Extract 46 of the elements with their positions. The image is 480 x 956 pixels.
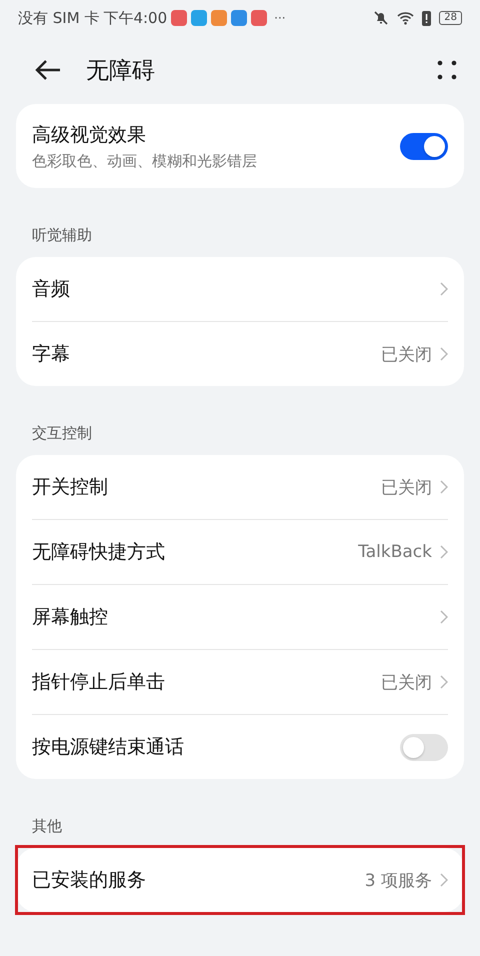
section-heading: 其他 [31,816,63,837]
setting-label: 高级视觉效果 [32,122,147,148]
page-title: 无障碍 [86,56,155,86]
more-notifications-text: ··· [274,11,286,25]
muted-bell-icon [373,10,390,26]
alert-icon [422,10,432,26]
setting-label: 开关控制 [32,475,109,500]
section-heading: 交互控制 [31,423,93,444]
setting-value: 3 项服务 [364,870,432,892]
setting-label: 屏幕触控 [32,605,109,630]
setting-label: 字幕 [32,342,71,367]
setting-label: 音频 [32,277,71,302]
setting-value: 已关闭 [381,672,432,694]
toggle-switch[interactable] [400,734,448,760]
wifi-icon [397,11,414,25]
setting-row[interactable]: 屏幕触控 [32,585,448,649]
toggle-switch[interactable] [400,132,448,160]
setting-value: 已关闭 [381,476,432,498]
setting-row[interactable]: 开关控制 已关闭 [32,455,448,519]
setting-label: 按电源键结束通话 [32,735,185,760]
chevron-right-icon [440,610,448,624]
clock-text: 下午4:00 [103,8,168,28]
battery-indicator: 28 [439,11,462,25]
setting-row[interactable]: 字幕 已关闭 [32,322,448,386]
highlighted-setting-row[interactable]: 已安装的服务 3 项服务 [18,848,462,912]
setting-value: 已关闭 [381,344,432,366]
setting-row[interactable]: 无障碍快捷方式 TalkBack [32,520,448,584]
setting-value: TalkBack [358,542,432,562]
chevron-right-icon [440,480,448,494]
setting-row[interactable]: 按电源键结束通话 [32,715,448,779]
chevron-right-icon [440,675,448,689]
setting-label: 已安装的服务 [32,868,147,893]
setting-label: 无障碍快捷方式 [32,540,166,565]
more-options-icon[interactable] [436,59,458,81]
back-arrow-icon[interactable] [34,58,62,82]
carrier-text: 没有 SIM 卡 [18,8,100,28]
setting-label: 指针停止后单击 [32,670,166,695]
chevron-right-icon [440,873,448,887]
setting-row[interactable]: 音频 [32,257,448,321]
setting-row[interactable]: 高级视觉效果 色彩取色、动画、模糊和光影错层 [32,104,448,188]
chevron-right-icon [440,545,448,559]
setting-row[interactable]: 指针停止后单击 已关闭 [32,650,448,714]
section-heading: 听觉辅助 [31,225,93,246]
chevron-right-icon [440,347,448,361]
chevron-right-icon [440,282,448,296]
setting-description: 色彩取色、动画、模糊和光影错层 [32,152,258,170]
